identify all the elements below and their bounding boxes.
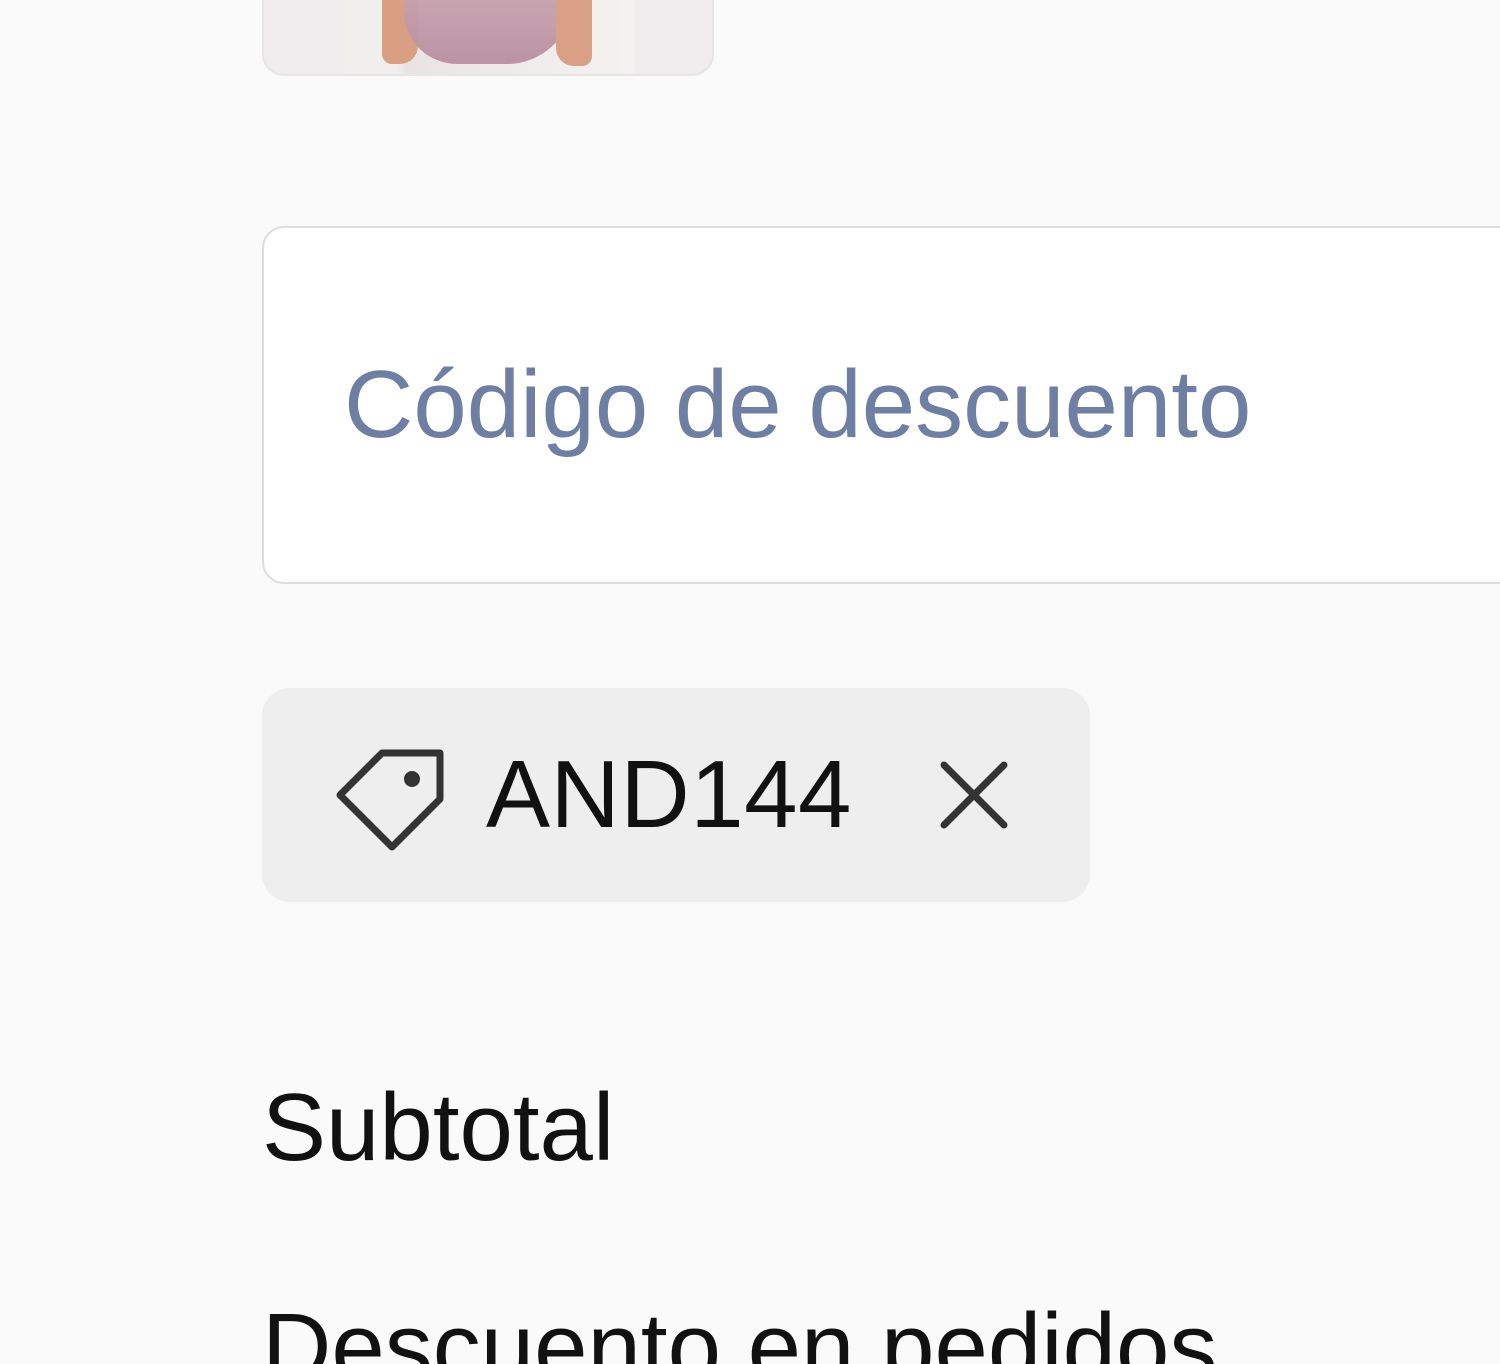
discount-code-input[interactable]: [344, 228, 1494, 582]
close-icon[interactable]: [932, 753, 1016, 837]
checkout-summary-panel: AND144 Subtotal Descuento en pedidos: [0, 0, 1500, 1364]
applied-coupon-chip: AND144: [262, 688, 1090, 902]
order-discount-label: Descuento en pedidos: [262, 1294, 1218, 1364]
product-thumbnail: [262, 0, 714, 76]
discount-code-field[interactable]: [262, 226, 1500, 584]
product-image: [344, 0, 634, 74]
product-image-skin-right: [556, 0, 592, 66]
coupon-code: AND144: [486, 741, 852, 848]
tag-icon: [332, 737, 448, 853]
subtotal-label: Subtotal: [262, 1074, 615, 1181]
product-image-garment: [397, 0, 577, 64]
remove-coupon-button[interactable]: [932, 753, 1016, 837]
